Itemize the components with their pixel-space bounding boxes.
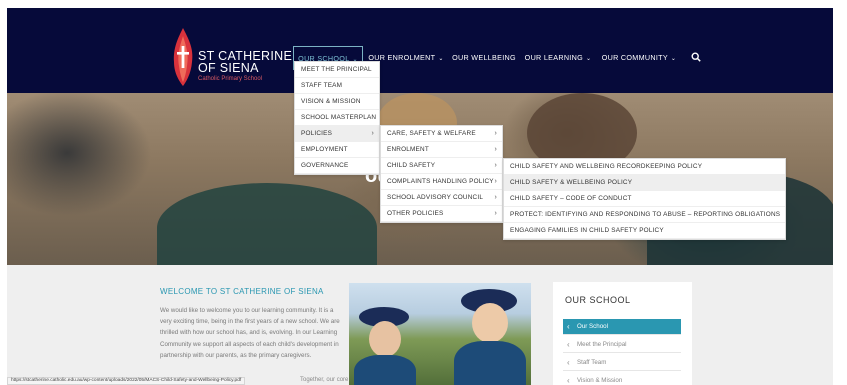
menu-item-label: OTHER POLICIES	[387, 210, 444, 217]
school-logo[interactable]: ST CATHERINE OF SIENA Catholic Primary S…	[172, 28, 292, 86]
menu-item-employment[interactable]: EMPLOYMENT	[295, 142, 379, 158]
uniform	[454, 341, 526, 385]
menu-item-label: CARE, SAFETY & WELFARE	[387, 130, 476, 137]
sidebar-item-label: Staff Team	[577, 359, 607, 366]
chevron-right-icon: ›	[494, 210, 497, 217]
dropdown-child-safety: CHILD SAFETY AND WELLBEING RECORDKEEPING…	[503, 158, 786, 240]
nav-our-learning[interactable]: OUR LEARNING ⌄	[524, 46, 592, 70]
menu-item-other-policies[interactable]: OTHER POLICIES ›	[381, 206, 502, 222]
students-photo	[349, 283, 531, 385]
sidebar-item-meet-the-principal[interactable]: ‹ Meet the Principal	[563, 337, 681, 353]
menu-item-engaging-families-policy[interactable]: ENGAGING FAMILIES IN CHILD SAFETY POLICY	[504, 223, 785, 239]
sidebar-item-label: Vision & Mission	[577, 377, 623, 384]
sidebar-item-vision-mission[interactable]: ‹ Vision & Mission	[563, 373, 681, 385]
menu-item-label: SCHOOL ADVISORY COUNCIL	[387, 194, 484, 201]
sidebar-item-label: Our School	[577, 323, 608, 330]
menu-item-vision-mission[interactable]: VISION & MISSION	[295, 94, 379, 110]
menu-item-staff-team[interactable]: STAFF TEAM	[295, 78, 379, 94]
nav-our-wellbeing[interactable]: OUR WELLBEING	[451, 46, 517, 70]
welcome-body: We would like to welcome you to our lear…	[160, 307, 340, 359]
menu-item-enrolment[interactable]: ENROLMENT ›	[381, 142, 502, 158]
sidebar-title: OUR SCHOOL	[565, 295, 631, 305]
nav-label: OUR COMMUNITY	[601, 53, 668, 62]
chevron-down-icon: ⌄	[438, 56, 444, 62]
chevron-right-icon: ›	[494, 194, 497, 201]
browser-status-url: https://stcatherine.catholic.edu.au/wp-c…	[7, 377, 246, 385]
chevron-left-icon: ‹	[567, 322, 570, 331]
menu-item-child-safety[interactable]: CHILD SAFETY ›	[381, 158, 502, 174]
face	[472, 303, 508, 343]
chevron-right-icon: ›	[371, 130, 374, 137]
chevron-right-icon: ›	[494, 130, 497, 137]
menu-item-governance[interactable]: GOVERNANCE	[295, 158, 379, 174]
dropdown-our-school: MEET THE PRINCIPAL STAFF TEAM VISION & M…	[294, 61, 380, 175]
logo-subtitle: Catholic Primary School	[198, 76, 263, 82]
chevron-down-icon: ⌄	[586, 56, 592, 62]
welcome-body-continued: Together, our core	[300, 377, 349, 383]
menu-item-school-advisory-council[interactable]: SCHOOL ADVISORY COUNCIL ›	[381, 190, 502, 206]
main-content: WELCOME TO ST CATHERINE OF SIENA We woul…	[7, 265, 833, 385]
chevron-down-icon: ⌄	[670, 56, 677, 62]
face	[369, 321, 401, 357]
sidebar-item-label: Meet the Principal	[577, 341, 627, 348]
chevron-right-icon: ›	[494, 162, 497, 169]
menu-item-label: COMPLAINTS HANDLING POLICY	[387, 178, 494, 185]
menu-item-complaints-handling-policy[interactable]: COMPLAINTS HANDLING POLICY ›	[381, 174, 502, 190]
hero-child-body	[157, 183, 377, 265]
menu-item-care-safety-welfare[interactable]: CARE, SAFETY & WELFARE ›	[381, 126, 502, 142]
chevron-left-icon: ‹	[567, 340, 570, 349]
dropdown-policies: CARE, SAFETY & WELFARE › ENROLMENT › CHILD…	[380, 125, 503, 223]
logo-title-line2: OF SIENA	[198, 61, 259, 75]
nav-label: OUR LEARNING	[524, 53, 583, 62]
chevron-left-icon: ‹	[567, 376, 570, 385]
uniform	[354, 355, 416, 385]
menu-item-child-safety-wellbeing-policy[interactable]: CHILD SAFETY & WELLBEING POLICY	[504, 175, 785, 191]
sidebar-our-school: OUR SCHOOL ‹ Our School ‹ Meet the Princip…	[553, 282, 692, 385]
flame-cross-icon	[173, 28, 193, 86]
nav-our-community[interactable]: OUR COMMUNITY ⌄	[599, 46, 679, 70]
menu-item-policies[interactable]: POLICIES ›	[295, 126, 379, 142]
menu-item-child-safety-code-of-conduct[interactable]: CHILD SAFETY – CODE OF CONDUCT	[504, 191, 785, 207]
menu-item-school-masterplan[interactable]: SCHOOL MASTERPLAN	[295, 110, 379, 126]
menu-item-label: ENROLMENT	[387, 146, 429, 153]
nav-label: OUR WELLBEING	[452, 53, 516, 62]
sidebar-item-staff-team[interactable]: ‹ Staff Team	[563, 355, 681, 371]
chevron-right-icon: ›	[494, 146, 497, 153]
page: ST CATHERINE OF SIENA Catholic Primary S…	[0, 0, 847, 385]
menu-item-meet-the-principal[interactable]: MEET THE PRINCIPAL	[295, 62, 379, 78]
sidebar-item-our-school[interactable]: ‹ Our School	[563, 319, 681, 335]
menu-item-protect-reporting-obligations[interactable]: PROTECT: IDENTIFYING AND RESPONDING TO A…	[504, 207, 785, 223]
chevron-left-icon: ‹	[567, 358, 570, 367]
menu-item-label: POLICIES	[301, 130, 333, 137]
search-icon[interactable]	[691, 52, 701, 62]
menu-item-child-safety-recordkeeping-policy[interactable]: CHILD SAFETY AND WELLBEING RECORDKEEPING…	[504, 159, 785, 175]
site-header: ST CATHERINE OF SIENA Catholic Primary S…	[7, 8, 833, 93]
chevron-right-icon: ›	[494, 178, 497, 185]
menu-item-label: CHILD SAFETY	[387, 162, 436, 169]
welcome-title: WELCOME TO ST CATHERINE OF SIENA	[160, 287, 324, 296]
